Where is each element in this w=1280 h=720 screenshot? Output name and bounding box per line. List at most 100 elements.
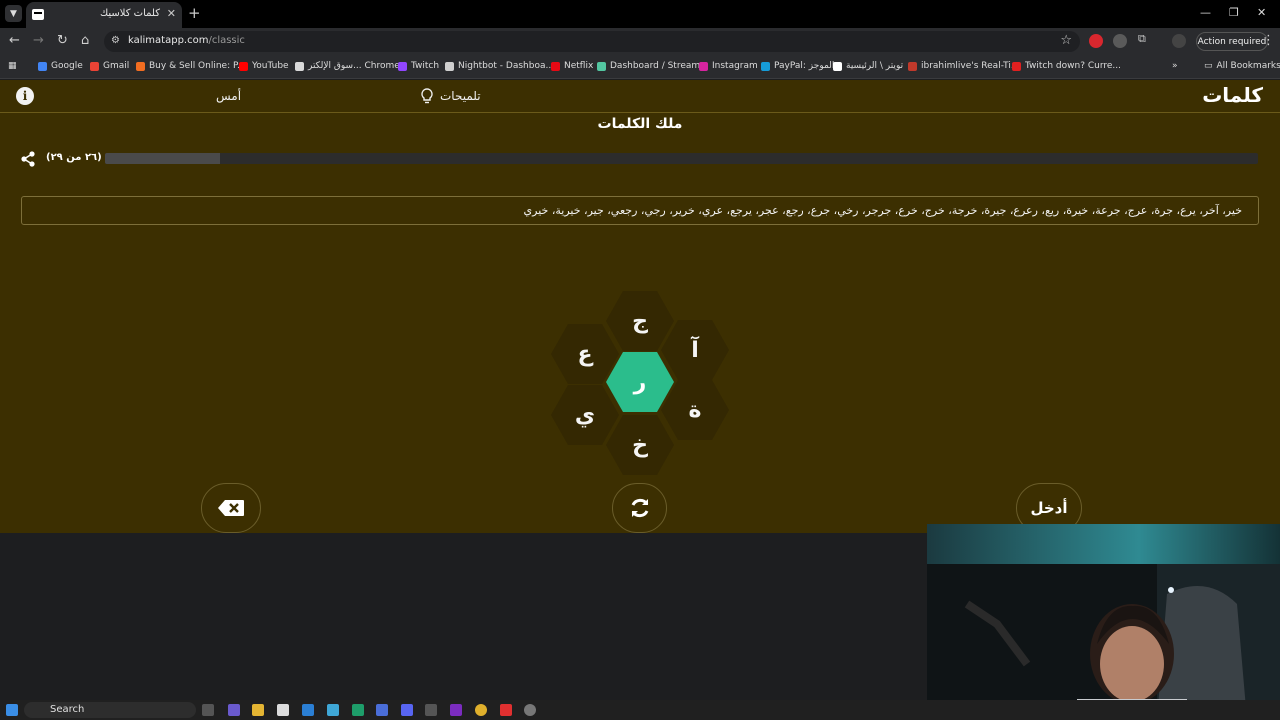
extensions-puzzle-icon[interactable]: ⧉ xyxy=(1138,32,1152,46)
tab-favicon-icon xyxy=(32,9,44,20)
edge-icon[interactable] xyxy=(352,704,364,716)
webcam-overlay xyxy=(927,524,1280,720)
hex-letter-bottom-left[interactable]: ي xyxy=(551,385,619,445)
bookmark-label: Twitch xyxy=(411,61,440,71)
copilot-icon[interactable] xyxy=(228,704,240,716)
bookmark-item[interactable]: Buy & Sell Online: P... xyxy=(136,61,246,71)
bookmark-item[interactable]: تويتر \ الرئيسية xyxy=(833,61,903,71)
action-required-button[interactable]: Action required xyxy=(1196,32,1268,51)
minimize-icon[interactable]: — xyxy=(1200,6,1211,19)
bookmark-item[interactable]: Google xyxy=(38,61,83,71)
bookmark-item[interactable]: Netflix xyxy=(551,61,593,71)
taskbar-search-input[interactable]: Search xyxy=(24,702,196,718)
backspace-icon xyxy=(218,500,244,516)
tab-search-chevron-icon[interactable]: ▼ xyxy=(5,5,22,22)
extension-red-icon[interactable] xyxy=(1089,34,1103,48)
bookmark-label: YouTube xyxy=(252,61,289,71)
bookmark-favicon-icon xyxy=(445,61,454,71)
window-close-icon[interactable]: ✕ xyxy=(1257,6,1266,19)
app-icon[interactable] xyxy=(376,704,388,716)
address-bar[interactable]: ⚙ kalimatapp.com/classic ☆ xyxy=(104,31,1080,52)
yesterday-link[interactable]: أمس xyxy=(216,89,241,103)
bookmark-item[interactable]: ibrahimlive's Real-Ti... xyxy=(908,61,1019,71)
lightbulb-icon xyxy=(421,88,433,104)
progress-count: (٢٦ من ٢٩) xyxy=(46,152,102,163)
forward-icon[interactable]: → xyxy=(33,33,44,48)
bookmark-label: Buy & Sell Online: P... xyxy=(149,61,246,71)
app-logo: كلمات xyxy=(1202,83,1263,107)
folder-icon: ▭ xyxy=(1204,61,1213,71)
bookmark-label: Nightbot - Dashboa... xyxy=(458,61,555,71)
bookmark-label: ibrahimlive's Real-Ti... xyxy=(921,61,1020,71)
browser-menu-icon[interactable]: ⋮ xyxy=(1262,33,1275,48)
hex-letter-top-right[interactable]: آ xyxy=(661,320,729,380)
bookmark-favicon-icon xyxy=(90,61,99,71)
bookmark-favicon-icon xyxy=(761,61,770,71)
bookmark-label: تويتر \ الرئيسية xyxy=(846,61,904,71)
hex-letter-top[interactable]: ج xyxy=(606,291,674,351)
progress-fill xyxy=(105,153,221,164)
hex-letter-bottom-right[interactable]: ة xyxy=(661,380,729,440)
bookmark-favicon-icon xyxy=(551,61,560,71)
bookmarks-bar: ▦ Google Gmail Buy & Sell Online: P... YouT… xyxy=(0,55,1280,79)
restore-icon[interactable]: ❐ xyxy=(1229,6,1239,19)
share-icon[interactable] xyxy=(20,151,36,167)
browser-tab[interactable]: كلمات كلاسيك ✕ xyxy=(26,2,182,28)
extension-mic-icon[interactable] xyxy=(1113,34,1127,48)
chrome-icon[interactable] xyxy=(475,704,487,716)
profile-avatar[interactable] xyxy=(1172,34,1186,48)
discord-icon[interactable] xyxy=(401,704,413,716)
taskbar-search-label: Search xyxy=(50,704,85,715)
bookmark-item[interactable]: PayPal: الموجز xyxy=(761,61,834,71)
bookmark-favicon-icon xyxy=(597,61,606,71)
hex-letter-center[interactable]: ر xyxy=(606,352,674,412)
store-icon[interactable] xyxy=(277,704,289,716)
streamer-webcam-image xyxy=(927,524,1280,720)
bookmark-item[interactable]: Nightbot - Dashboa... xyxy=(445,61,554,71)
bookmark-favicon-icon xyxy=(398,61,407,71)
bookmark-item[interactable]: Dashboard / Stream... xyxy=(597,61,709,71)
bookmark-item[interactable]: Gmail xyxy=(90,61,129,71)
bookmark-item[interactable]: سوق الإلكتر... Chrome xyxy=(295,61,400,71)
hex-letter-top-left[interactable]: ع xyxy=(551,324,619,384)
app-icon-4[interactable] xyxy=(500,704,512,716)
apps-grid-icon[interactable]: ▦ xyxy=(8,61,17,71)
back-icon[interactable]: ← xyxy=(9,33,20,48)
info-icon[interactable]: i xyxy=(16,87,34,105)
task-view-icon[interactable] xyxy=(202,704,214,716)
bookmark-favicon-icon xyxy=(295,61,304,71)
bookmark-favicon-icon xyxy=(38,61,47,71)
bookmark-favicon-icon xyxy=(136,61,145,71)
reload-icon[interactable]: ↻ xyxy=(57,33,68,48)
home-icon[interactable]: ⌂ xyxy=(81,33,89,48)
file-explorer-icon[interactable] xyxy=(252,704,264,716)
all-bookmarks[interactable]: ▭ All Bookmarks xyxy=(1204,61,1280,71)
app-icon-2[interactable] xyxy=(425,704,437,716)
app-icon-3[interactable] xyxy=(450,704,462,716)
bookmark-label: Twitch down? Curre... xyxy=(1025,61,1121,71)
bookmark-label: PayPal: الموجز xyxy=(774,61,835,71)
bookmark-item[interactable]: Twitch down? Curre... xyxy=(1012,61,1121,71)
found-words-box[interactable]: خير، آخر، يرع، جرة، عرج، جرعة، خيرة، ريع… xyxy=(21,196,1259,225)
more-bookmarks-icon[interactable]: » xyxy=(1172,61,1178,71)
delete-button[interactable] xyxy=(201,483,261,533)
bookmark-item[interactable]: Twitch xyxy=(398,61,439,71)
hints-label: تلميحات xyxy=(440,89,481,103)
progress-bar xyxy=(105,153,1258,164)
browser-tab-strip: ▼ كلمات كلاسيك ✕ + — ❐ ✕ xyxy=(0,0,1280,28)
photoshop-icon[interactable] xyxy=(327,704,339,716)
bookmark-item[interactable]: Instagram xyxy=(699,61,758,71)
windows-start-icon[interactable] xyxy=(6,704,18,716)
obs-icon[interactable] xyxy=(524,704,536,716)
hex-letter-bottom[interactable]: خ xyxy=(606,415,674,475)
hints-button[interactable]: تلميحات xyxy=(420,88,481,104)
bookmark-label: Gmail xyxy=(103,61,130,71)
close-tab-icon[interactable]: ✕ xyxy=(167,7,176,20)
bookmark-item[interactable]: YouTube xyxy=(239,61,289,71)
mail-icon[interactable] xyxy=(302,704,314,716)
bookmark-star-icon[interactable]: ☆ xyxy=(1060,33,1072,48)
site-info-icon[interactable]: ⚙ xyxy=(111,35,120,46)
new-tab-icon[interactable]: + xyxy=(188,4,201,22)
bookmark-label: Instagram xyxy=(712,61,758,71)
shuffle-button[interactable] xyxy=(612,483,667,533)
